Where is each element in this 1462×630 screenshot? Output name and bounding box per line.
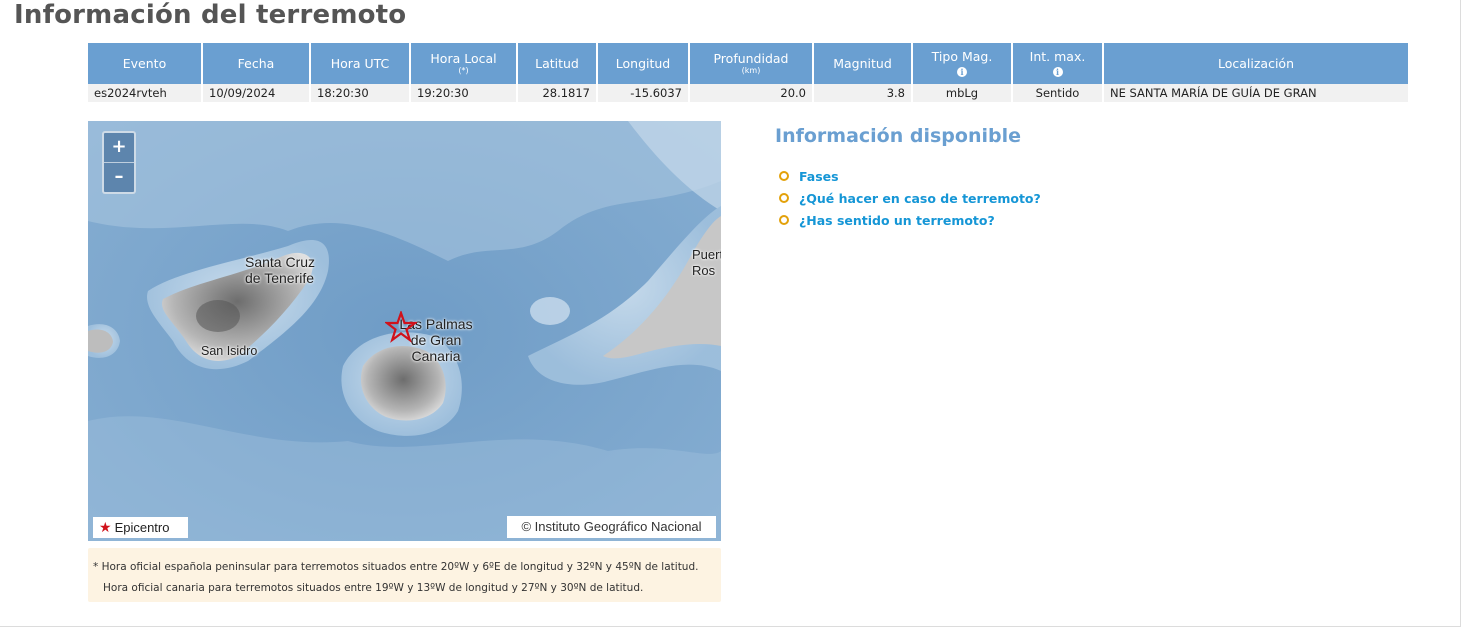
epicenter-legend-star-icon: ★ <box>99 519 112 535</box>
list-item: ¿Qué hacer en caso de terremoto? <box>779 187 1041 209</box>
link-que-hacer[interactable]: ¿Qué hacer en caso de terremoto? <box>799 191 1041 206</box>
map-attribution: © Instituto Geográfico Nacional <box>507 516 716 538</box>
cell-longitud: -15.6037 <box>597 84 690 102</box>
col-header-longitud: Longitud <box>597 43 690 84</box>
cell-latitud: 28.1817 <box>517 84 598 102</box>
table-row: es2024rvteh 10/09/2024 18:20:30 19:20:30… <box>88 84 1408 102</box>
bullet-icon <box>779 215 789 225</box>
link-fases[interactable]: Fases <box>799 169 839 184</box>
cell-hora-local: 19:20:30 <box>410 84 518 102</box>
page-title: Información del terremoto <box>14 0 407 30</box>
col-header-evento: Evento <box>88 43 203 84</box>
cell-hora-utc: 18:20:30 <box>310 84 411 102</box>
cell-tipo-mag: mbLg <box>912 84 1013 102</box>
zoom-out-button[interactable]: – <box>104 162 134 192</box>
note-line-2: Hora oficial canaria para terremotos sit… <box>103 582 644 594</box>
hora-local-footnote-mark: (*) <box>458 65 469 75</box>
epicenter-map[interactable]: + – Santa Cruz de Tenerife San Isidro Las… <box>88 121 721 541</box>
cell-evento: es2024rvteh <box>88 84 203 102</box>
col-header-hora-local: Hora Local (*) <box>410 43 518 84</box>
cell-localizacion: NE SANTA MARÍA DE GUÍA DE GRAN <box>1103 84 1408 102</box>
col-header-profundidad: Profundidad (km) <box>689 43 814 84</box>
col-header-latitud: Latitud <box>517 43 598 84</box>
list-item: ¿Has sentido un terremoto? <box>779 209 1041 231</box>
epicenter-star-icon[interactable] <box>385 311 417 343</box>
col-header-int-max: Int. max. i <box>1012 43 1104 84</box>
zoom-in-button[interactable]: + <box>104 133 134 162</box>
available-info-title: Información disponible <box>775 125 1021 147</box>
cell-profundidad: 20.0 <box>689 84 814 102</box>
info-icon[interactable]: i <box>1052 66 1063 77</box>
link-has-sentido[interactable]: ¿Has sentido un terremoto? <box>799 213 995 228</box>
note-line-1: * Hora oficial española peninsular para … <box>93 561 699 573</box>
col-header-fecha: Fecha <box>202 43 311 84</box>
table-header-row: Evento Fecha Hora UTC Hora Local (*) Lati… <box>88 43 1408 84</box>
cell-int-max: Sentido <box>1012 84 1104 102</box>
legend-label: Epicentro <box>114 520 170 535</box>
map-label-puerto-rosario: Puert Ros <box>692 247 721 278</box>
map-legend: ★ Epicentro <box>93 517 188 538</box>
cell-fecha: 10/09/2024 <box>202 84 311 102</box>
profundidad-unit: (km) <box>741 65 761 75</box>
map-label-santa-cruz: Santa Cruz de Tenerife <box>245 254 316 286</box>
local-time-note: * Hora oficial española peninsular para … <box>88 548 721 602</box>
earthquake-table: Evento Fecha Hora UTC Hora Local (*) Lati… <box>88 43 1408 102</box>
cell-magnitud: 3.8 <box>813 84 913 102</box>
col-header-tipo-mag: Tipo Mag. i <box>912 43 1013 84</box>
available-info-list: Fases ¿Qué hacer en caso de terremoto? ¿… <box>779 165 1041 231</box>
info-icon[interactable]: i <box>957 66 967 77</box>
zoom-control: + – <box>102 131 136 194</box>
col-header-hora-utc: Hora UTC <box>310 43 411 84</box>
col-header-magnitud: Magnitud <box>813 43 913 84</box>
col-header-localizacion: Localización <box>1103 43 1408 84</box>
bullet-icon <box>779 193 789 203</box>
list-item: Fases <box>779 165 1041 187</box>
bullet-icon <box>779 171 789 181</box>
map-label-san-isidro: San Isidro <box>201 344 258 358</box>
